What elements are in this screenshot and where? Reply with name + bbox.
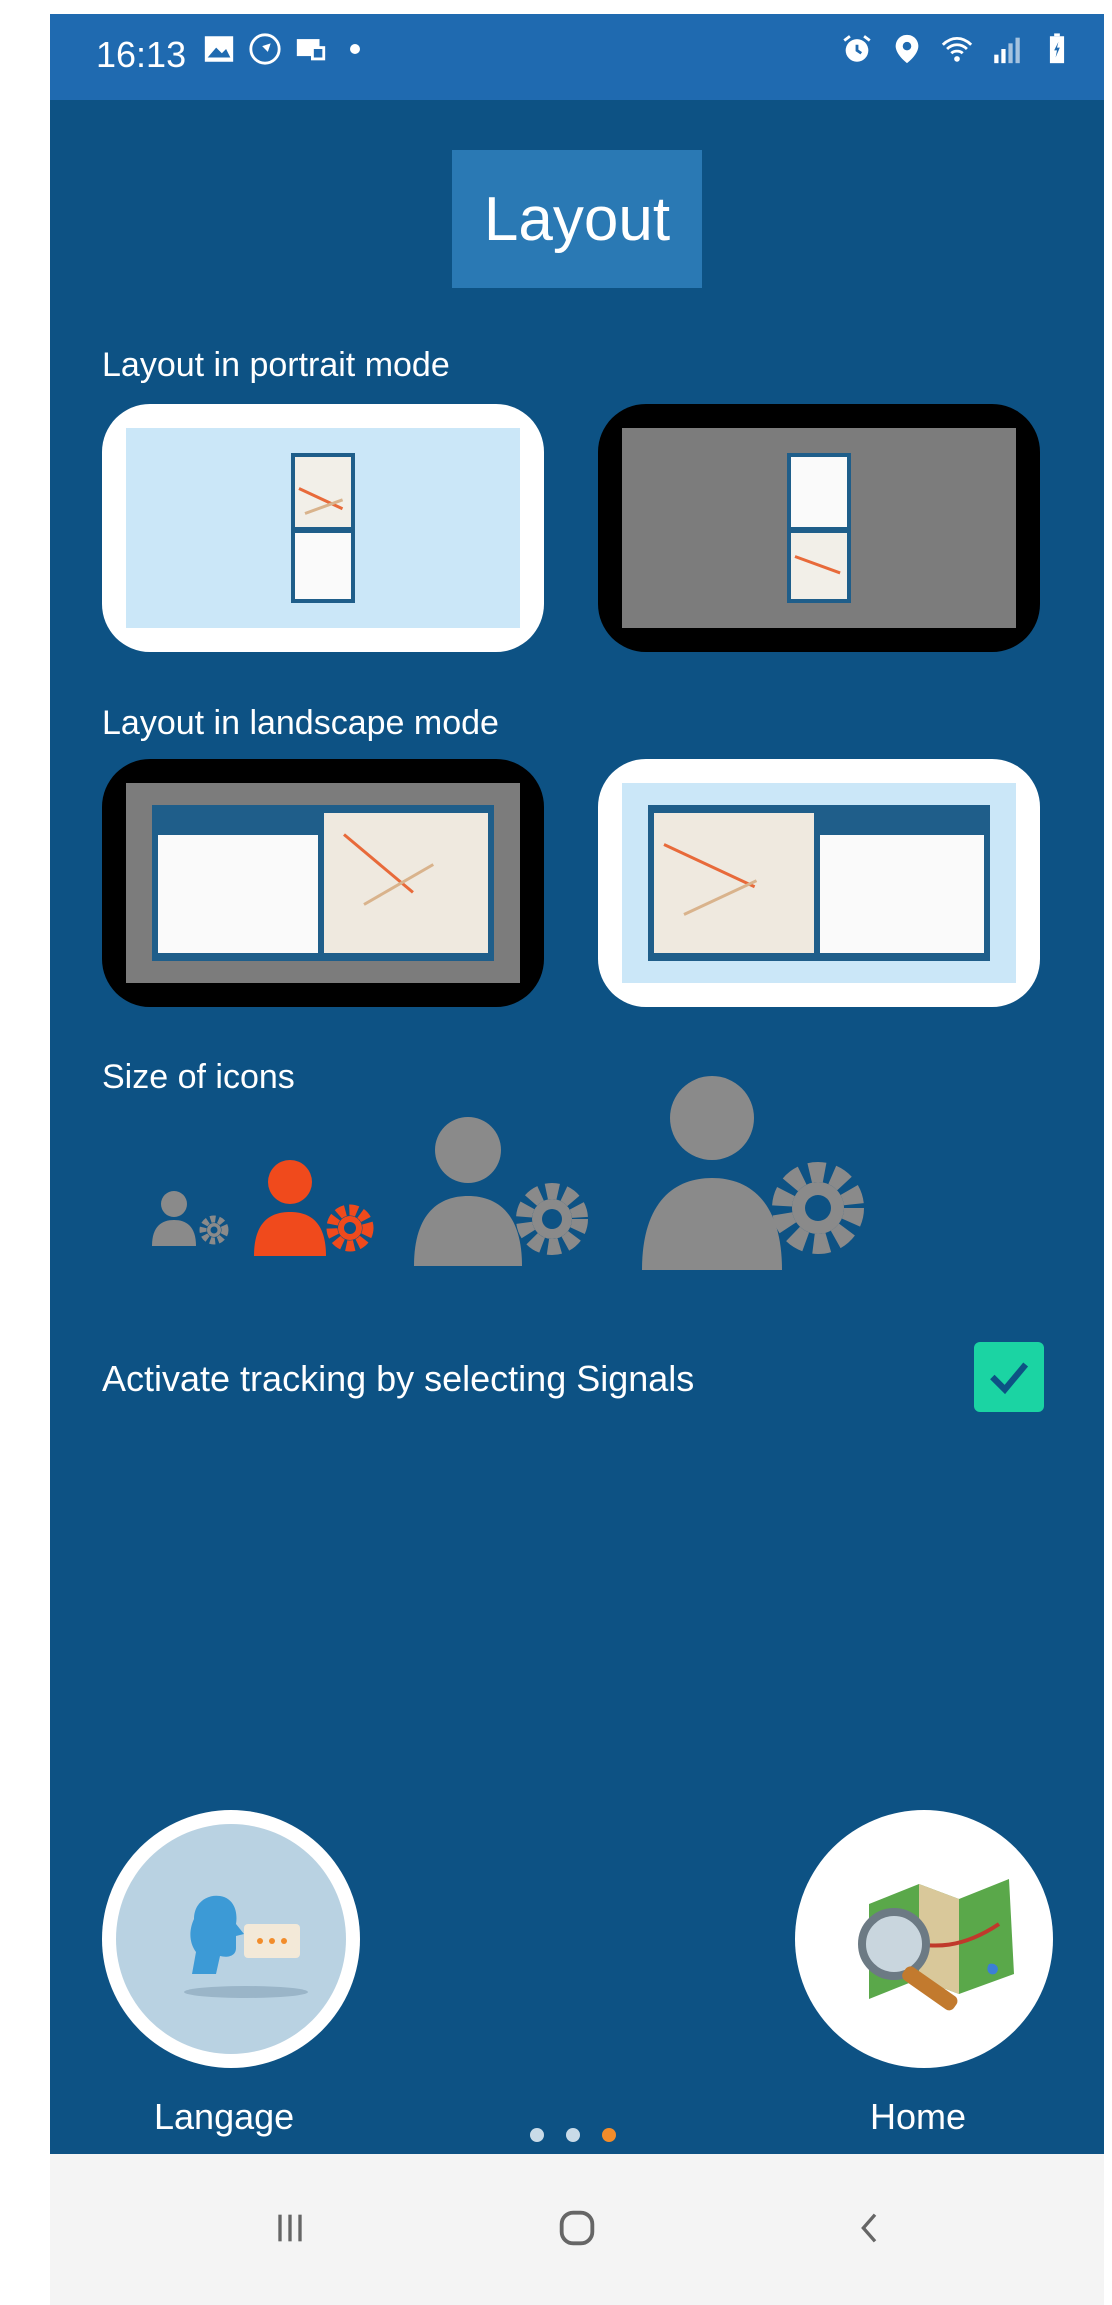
mini-list-pane [820,835,984,953]
portrait-preview-light [126,428,520,628]
home-illustration [809,1824,1039,2054]
language-label: Langage [154,2096,295,2137]
status-time: 16:13 [96,34,187,75]
status-bar: 16:13 [50,14,1104,100]
message-icon [296,39,326,61]
portrait-layout-light-option[interactable] [102,404,544,652]
user-settings-icon-small[interactable] [150,1188,234,1248]
landscape-layout-dark-option[interactable] [102,759,544,1007]
portrait-section-label: Layout in portrait mode [102,346,450,384]
mini-map-pane [295,457,351,527]
wifi-icon [941,36,973,62]
portrait-preview-dark [622,428,1016,628]
mini-list-pane [158,835,318,953]
user-settings-icon-medium-selected[interactable] [252,1158,382,1258]
mini-list-pane [791,457,847,527]
back-icon [861,2213,877,2243]
user-settings-icon-large[interactable] [412,1114,602,1269]
mini-list-pane [295,533,351,599]
alarm-icon [843,35,871,62]
page-dot-1 [530,2128,544,2142]
recent-apps-button[interactable] [250,2198,330,2258]
page-dot-2 [566,2128,580,2142]
landscape-layout-light-option[interactable] [598,759,1040,1007]
tracking-label: Activate tracking by selecting Signals [102,1358,695,1399]
mini-map-pane [791,533,847,599]
page-dot-3-active [602,2128,616,2142]
landscape-section-label: Layout in landscape mode [102,704,499,742]
gallery-icon [204,36,234,62]
mini-map-pane [324,813,488,953]
check-icon [990,1362,1029,1395]
home-button[interactable] [795,1810,1053,2068]
page-title: Layout [452,150,702,288]
notification-dot [350,44,360,54]
system-navigation-bar [50,2154,1104,2305]
portrait-mini-screenshot [787,453,851,603]
page-indicator [530,2128,616,2142]
language-button[interactable] [102,1810,360,2068]
home-circle-icon [559,2210,595,2246]
map-magnifier-icon [858,1879,1014,2011]
navigation-icon [249,33,281,65]
battery-icon [1049,33,1065,64]
landscape-mini-screenshot [648,805,990,961]
signal-icon [994,37,1020,64]
landscape-preview-light [622,783,1016,983]
location-icon [895,34,919,64]
landscape-mini-screenshot [152,805,494,961]
icon-size-section-label: Size of icons [102,1058,295,1096]
recent-apps-icon [278,2214,302,2242]
home-label: Home [870,2096,967,2137]
speaking-head-icon [184,1895,308,1998]
mini-map-pane [654,813,814,953]
portrait-layout-dark-option[interactable] [598,404,1040,652]
portrait-mini-screenshot [291,453,355,603]
landscape-preview-dark [126,783,520,983]
back-button[interactable] [830,2198,910,2258]
tracking-checkbox[interactable] [974,1342,1044,1412]
icon-size-options [150,1076,890,1314]
language-illustration [116,1824,346,2054]
user-settings-icon-xlarge[interactable] [640,1072,880,1272]
home-nav-button[interactable] [537,2198,617,2258]
app-screen: 16:13 Layout Layout in portrait mode Lay… [50,14,1104,2305]
